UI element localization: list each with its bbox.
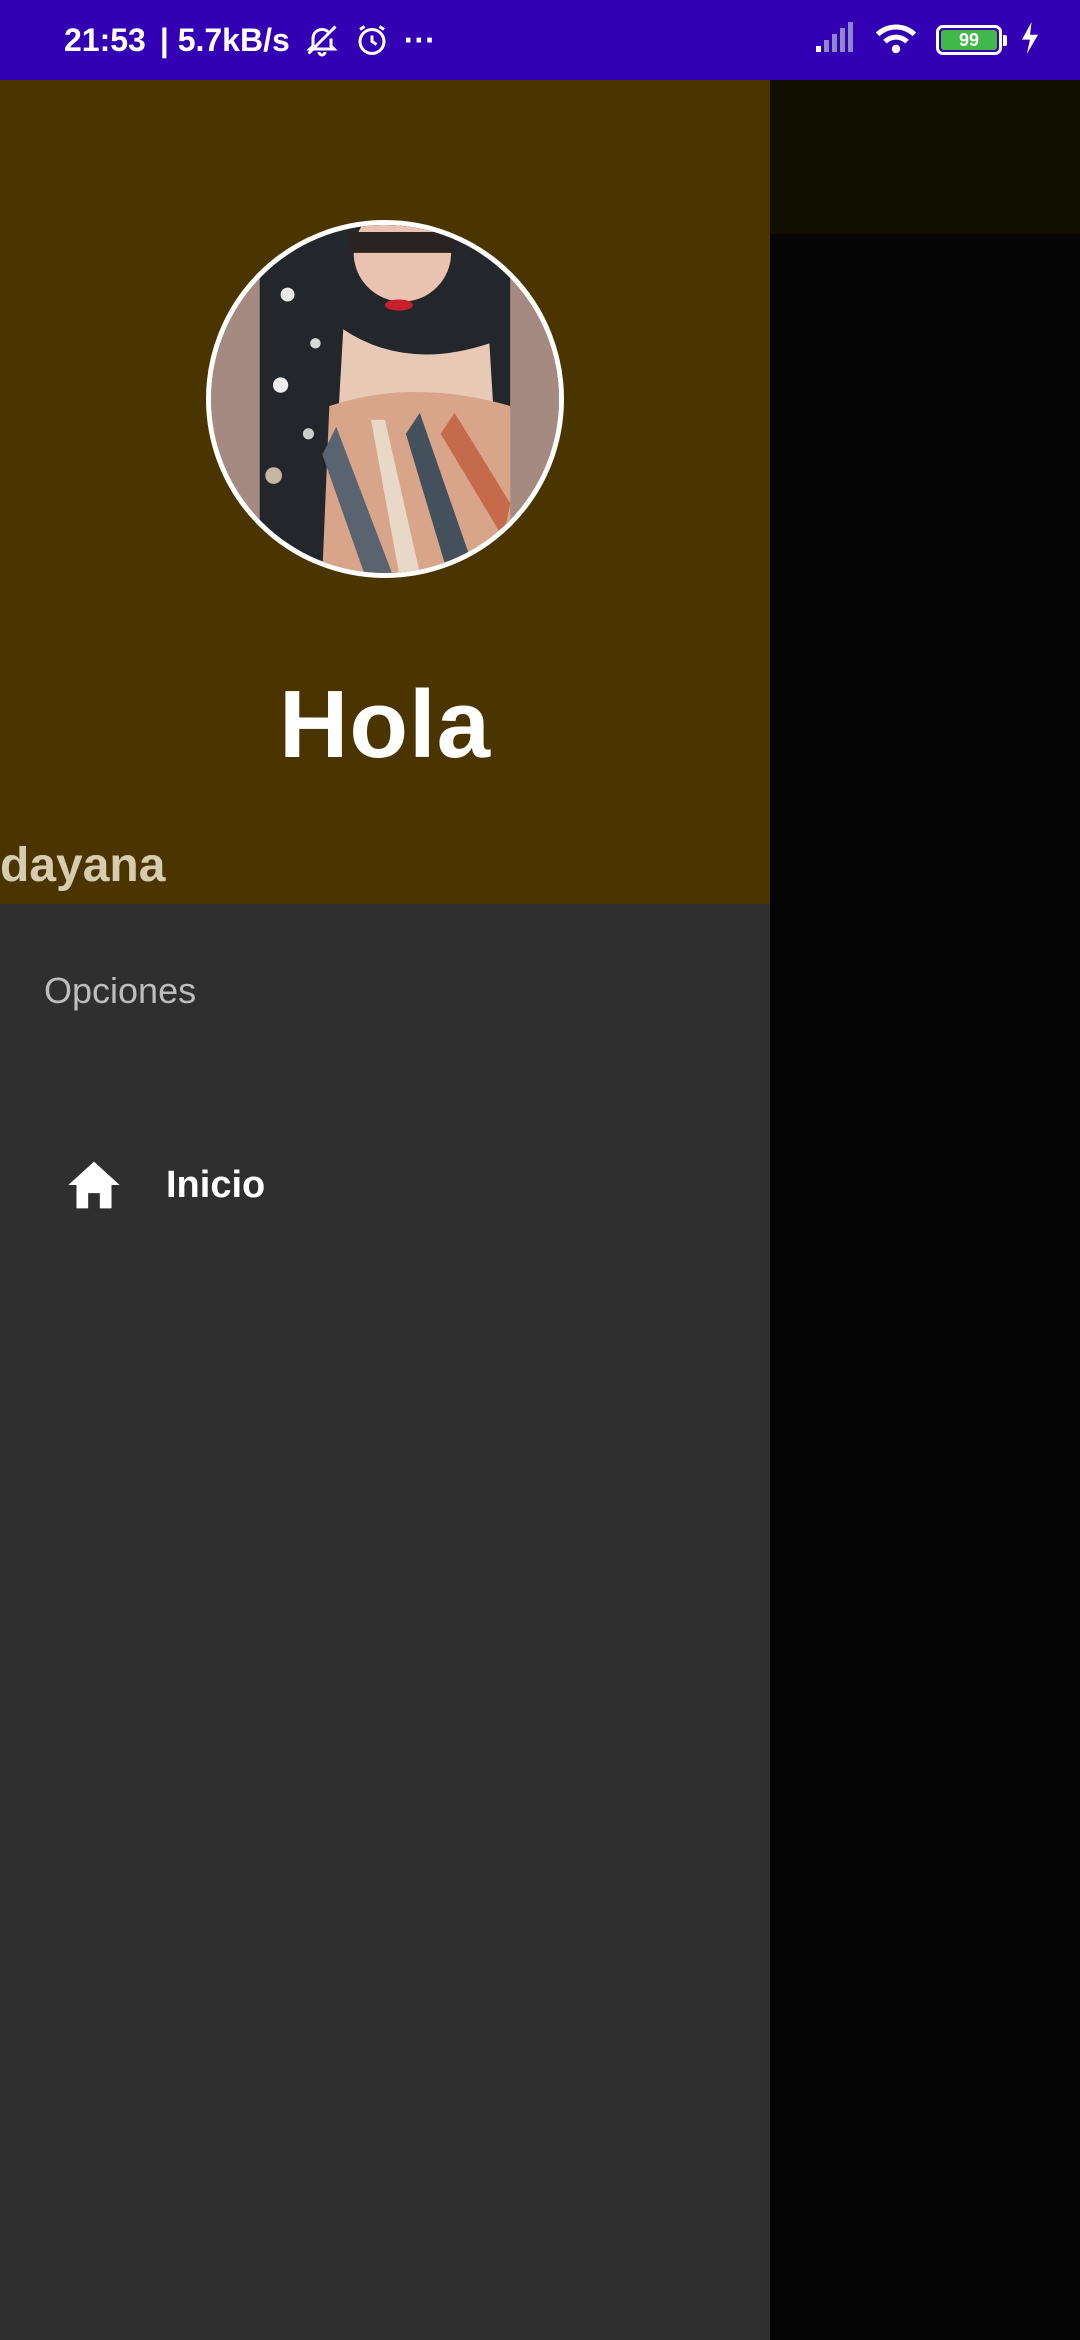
status-time: 21:53 xyxy=(64,21,146,58)
greeting-text: Hola xyxy=(278,671,492,778)
battery-level: 99 xyxy=(941,30,997,50)
signal-icon xyxy=(814,21,856,59)
status-more: ··· xyxy=(403,21,436,58)
wifi-icon xyxy=(874,21,918,60)
mute-bell-icon xyxy=(304,22,340,58)
battery-icon: 99 xyxy=(936,25,1007,55)
content-scrim[interactable] xyxy=(770,234,1080,2340)
drawer-header: Hola dayana xyxy=(0,80,770,904)
navigation-drawer: Hola dayana Opciones Inicio xyxy=(0,80,770,2340)
status-bar: 21:53 | 5.7kB/s ··· 99 xyxy=(0,0,1080,80)
charging-icon xyxy=(1020,21,1040,59)
home-icon xyxy=(64,1155,124,1215)
alarm-icon xyxy=(354,22,390,58)
profile-avatar[interactable] xyxy=(206,220,564,578)
app-toolbar-scrim[interactable] xyxy=(770,80,1080,234)
menu-section-title: Opciones xyxy=(44,970,197,1011)
menu-item-inicio[interactable]: Inicio xyxy=(0,1120,770,1250)
menu-item-label: Inicio xyxy=(166,1163,266,1206)
username-text: dayana xyxy=(0,839,166,892)
status-network-speed: | 5.7kB/s xyxy=(159,21,290,58)
